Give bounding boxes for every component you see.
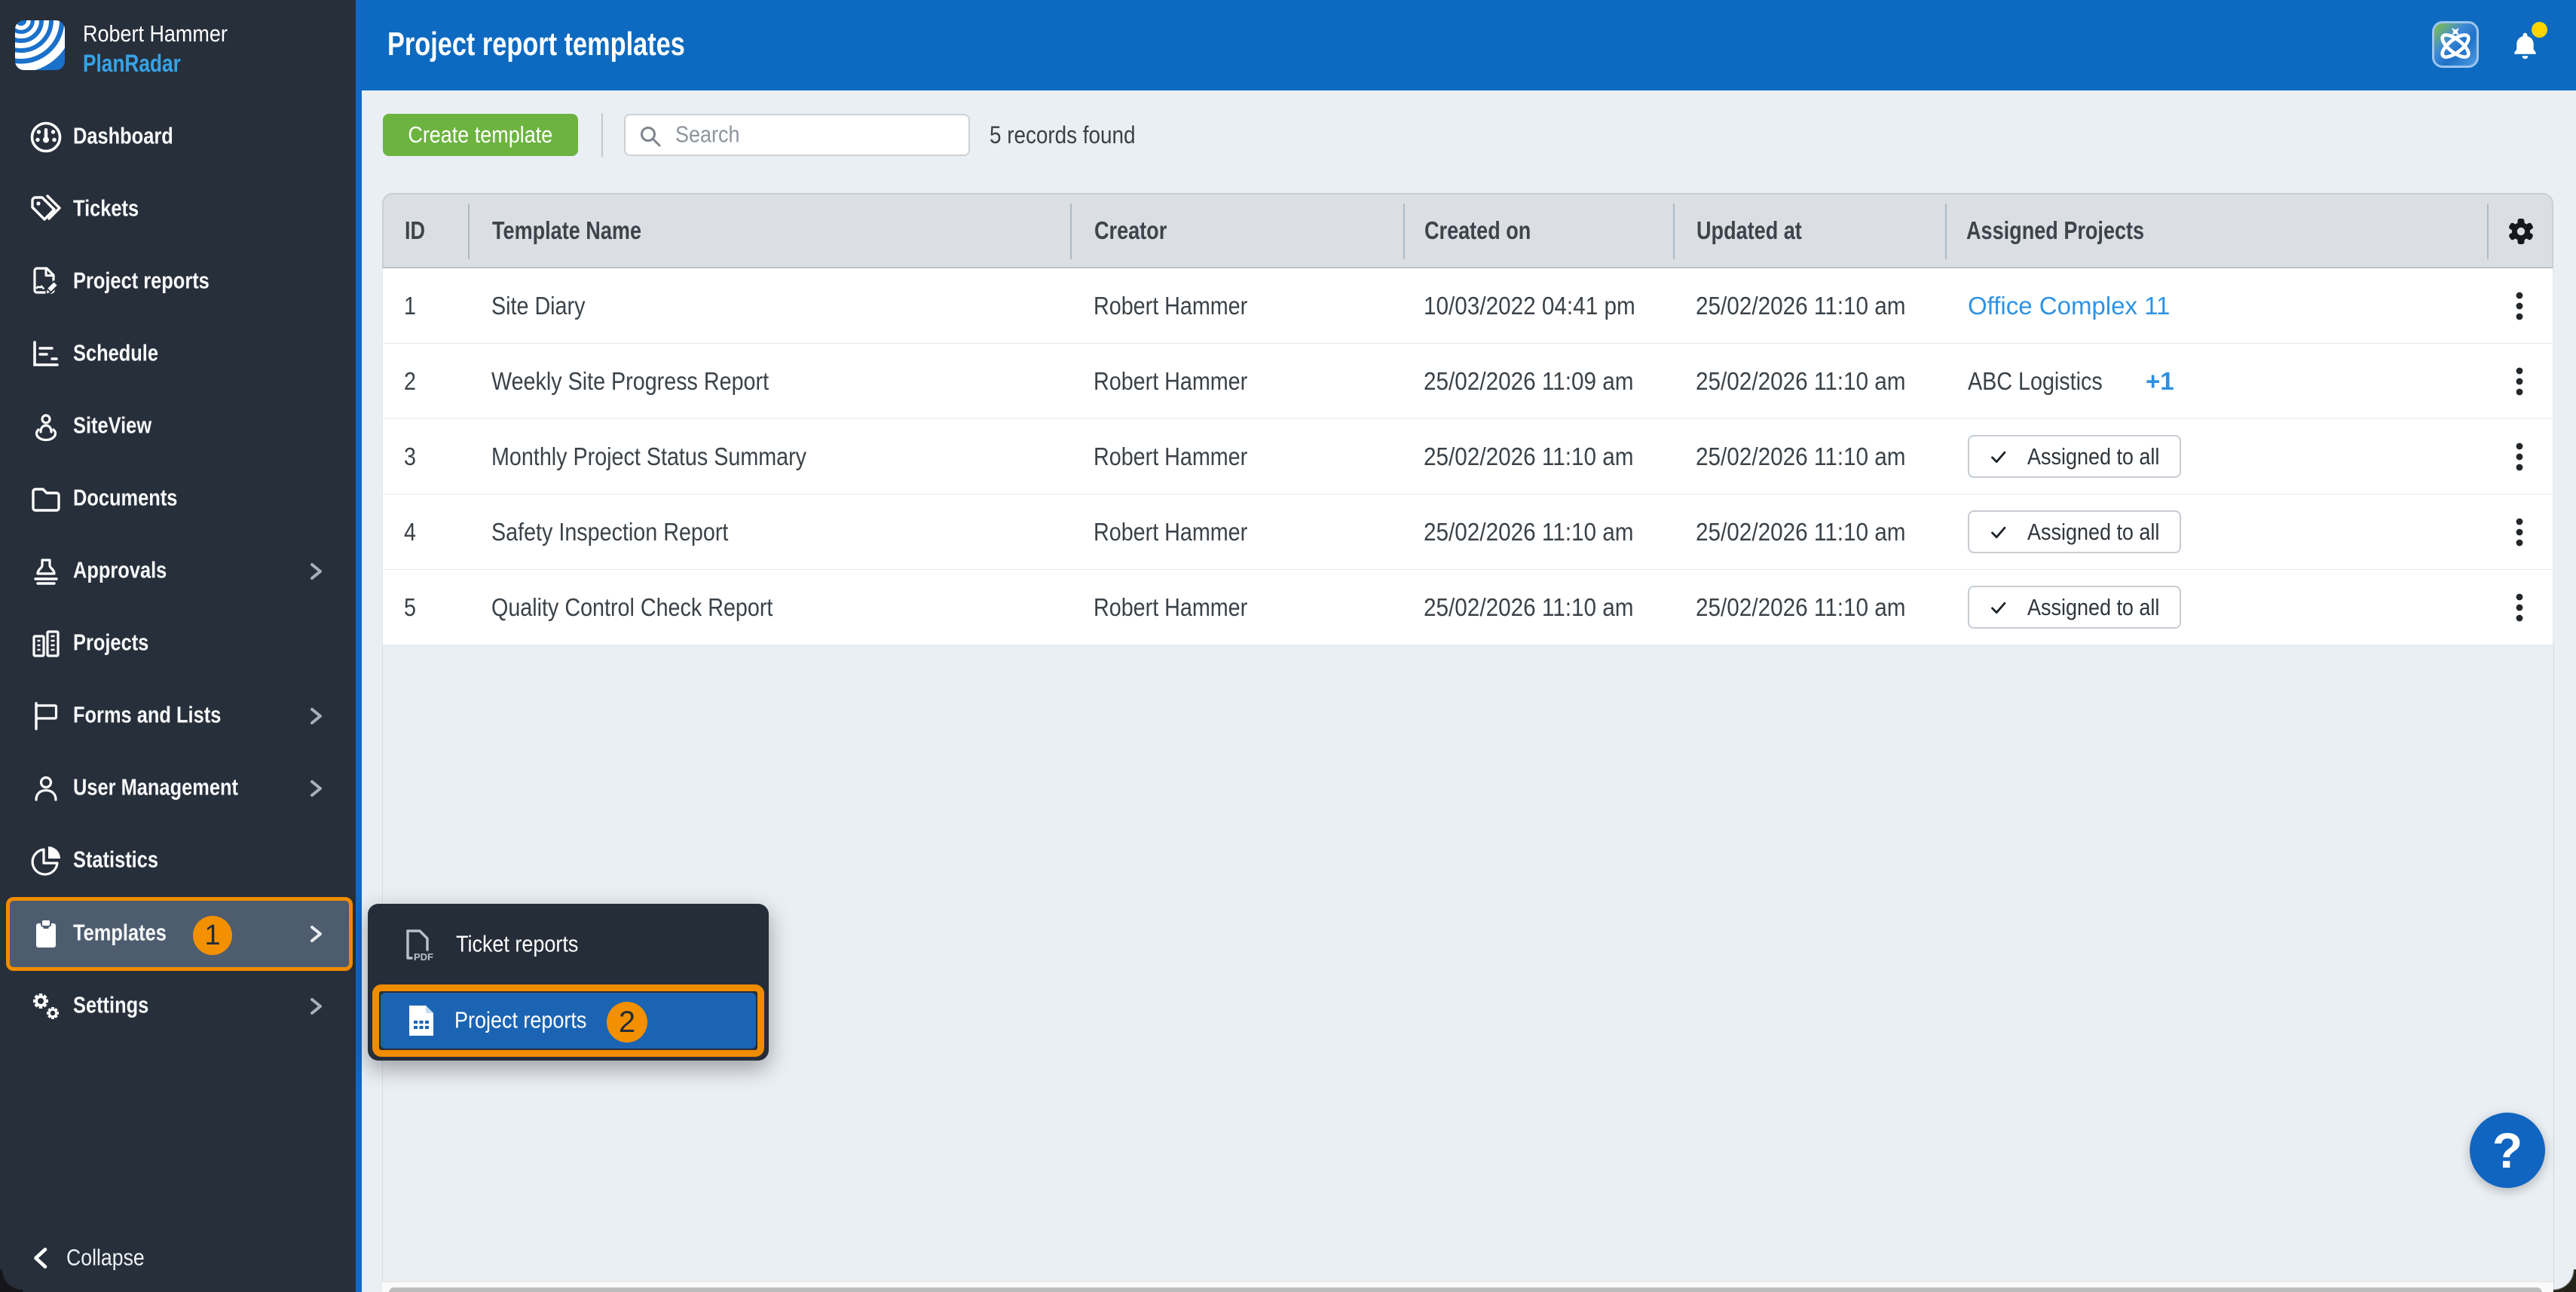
- svg-text:PDF: PDF: [414, 951, 433, 963]
